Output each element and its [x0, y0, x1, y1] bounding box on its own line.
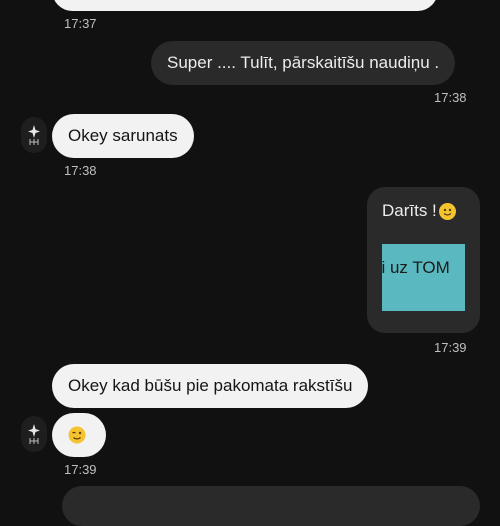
- image-thumbnail[interactable]: īti uz TOM: [382, 244, 465, 311]
- message-text: Super .... Tulīt, pārskaitīšu naudiņu .: [167, 53, 440, 72]
- avatar-logo-icon: [28, 424, 40, 444]
- message-timestamp: 17:39: [64, 462, 97, 477]
- image-text: īti uz TOM: [382, 258, 450, 277]
- slightly-smiling-face-icon: [438, 202, 456, 220]
- incoming-emoji-bubble[interactable]: [52, 413, 106, 457]
- contact-avatar[interactable]: [21, 416, 47, 452]
- message-timestamp: 17:38: [64, 163, 97, 178]
- caption-text: Darīts !: [382, 201, 437, 220]
- incoming-message-bubble[interactable]: Okey sarunats: [52, 114, 194, 158]
- image-caption: Darīts !: [382, 201, 456, 221]
- message-text: Okey kad būšu pie pakomata rakstīšu: [68, 376, 353, 395]
- contact-avatar[interactable]: [21, 117, 47, 153]
- incoming-message-bubble-partial[interactable]: [52, 0, 438, 11]
- avatar-logo-icon: [28, 125, 40, 145]
- message-text: Okey sarunats: [68, 126, 178, 145]
- outgoing-message-bubble[interactable]: Super .... Tulīt, pārskaitīšu naudiņu .: [151, 41, 456, 85]
- message-timestamp: 17:37: [64, 16, 97, 31]
- incoming-message-bubble[interactable]: Okey kad būšu pie pakomata rakstīšu: [52, 364, 369, 408]
- outgoing-image-message[interactable]: Darīts ! īti uz TOM: [367, 187, 480, 333]
- outgoing-message-bubble-partial[interactable]: [62, 486, 480, 526]
- winking-face-icon: [68, 426, 86, 444]
- message-timestamp: 17:38: [434, 90, 467, 105]
- message-timestamp: 17:39: [434, 340, 467, 355]
